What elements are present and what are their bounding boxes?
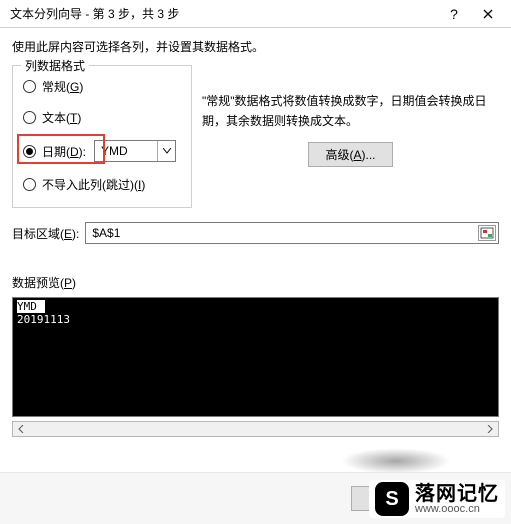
- radio-icon: [23, 80, 36, 93]
- dialog-title: 文本分列向导 - 第 3 步，共 3 步: [10, 5, 437, 22]
- format-description: "常规"数据格式将数值转换成数字，日期值会转换成日期，其余数据则转换成文本。: [202, 91, 499, 132]
- destination-label: 目标区域(E):: [12, 225, 79, 242]
- destination-input[interactable]: $A$1: [85, 222, 499, 244]
- preview-label: 数据预览(P): [12, 274, 499, 291]
- watermark: S 落网记忆 www.oooc.cn: [369, 480, 505, 518]
- instruction-text: 使用此屏内容可选择各列，并设置其数据格式。: [12, 38, 499, 55]
- preview-row: 20191113: [17, 313, 494, 326]
- radio-label: 日期(D):: [42, 143, 86, 160]
- scroll-left-icon[interactable]: [13, 422, 29, 436]
- watermark-url: www.oooc.cn: [415, 504, 499, 515]
- radio-skip[interactable]: 不导入此列(跳过)(I): [23, 176, 181, 193]
- radio-icon: [23, 145, 36, 158]
- radio-text[interactable]: 文本(T): [23, 109, 181, 126]
- chevron-down-icon: [157, 141, 175, 161]
- help-button[interactable]: ?: [437, 2, 471, 26]
- column-format-group: 列数据格式 常规(G) 文本(T) 日期(D): YMD: [12, 65, 192, 208]
- preview-header: YMD: [17, 300, 45, 313]
- group-legend: 列数据格式: [21, 57, 89, 74]
- radio-label: 文本(T): [42, 109, 81, 126]
- watermark-text: 落网记忆: [415, 484, 499, 504]
- horizontal-scrollbar[interactable]: [12, 421, 499, 437]
- scroll-right-icon[interactable]: [482, 422, 498, 436]
- preview-area[interactable]: YMD 20191113: [12, 297, 499, 417]
- destination-value: $A$1: [92, 226, 478, 240]
- range-picker-icon[interactable]: [478, 225, 496, 241]
- combo-value: YMD: [95, 144, 157, 158]
- advanced-button[interactable]: 高级(A)...: [308, 142, 392, 167]
- radio-general[interactable]: 常规(G): [23, 78, 181, 95]
- radio-label: 常规(G): [42, 78, 83, 95]
- radio-label: 不导入此列(跳过)(I): [42, 176, 145, 193]
- date-format-combo[interactable]: YMD: [94, 140, 176, 162]
- radio-icon: [23, 178, 36, 191]
- radio-date[interactable]: 日期(D): YMD: [23, 140, 181, 162]
- close-button[interactable]: [471, 2, 505, 26]
- decorative-shadow: [341, 448, 451, 474]
- close-icon: [483, 9, 493, 19]
- watermark-icon: S: [375, 482, 409, 516]
- radio-icon: [23, 111, 36, 124]
